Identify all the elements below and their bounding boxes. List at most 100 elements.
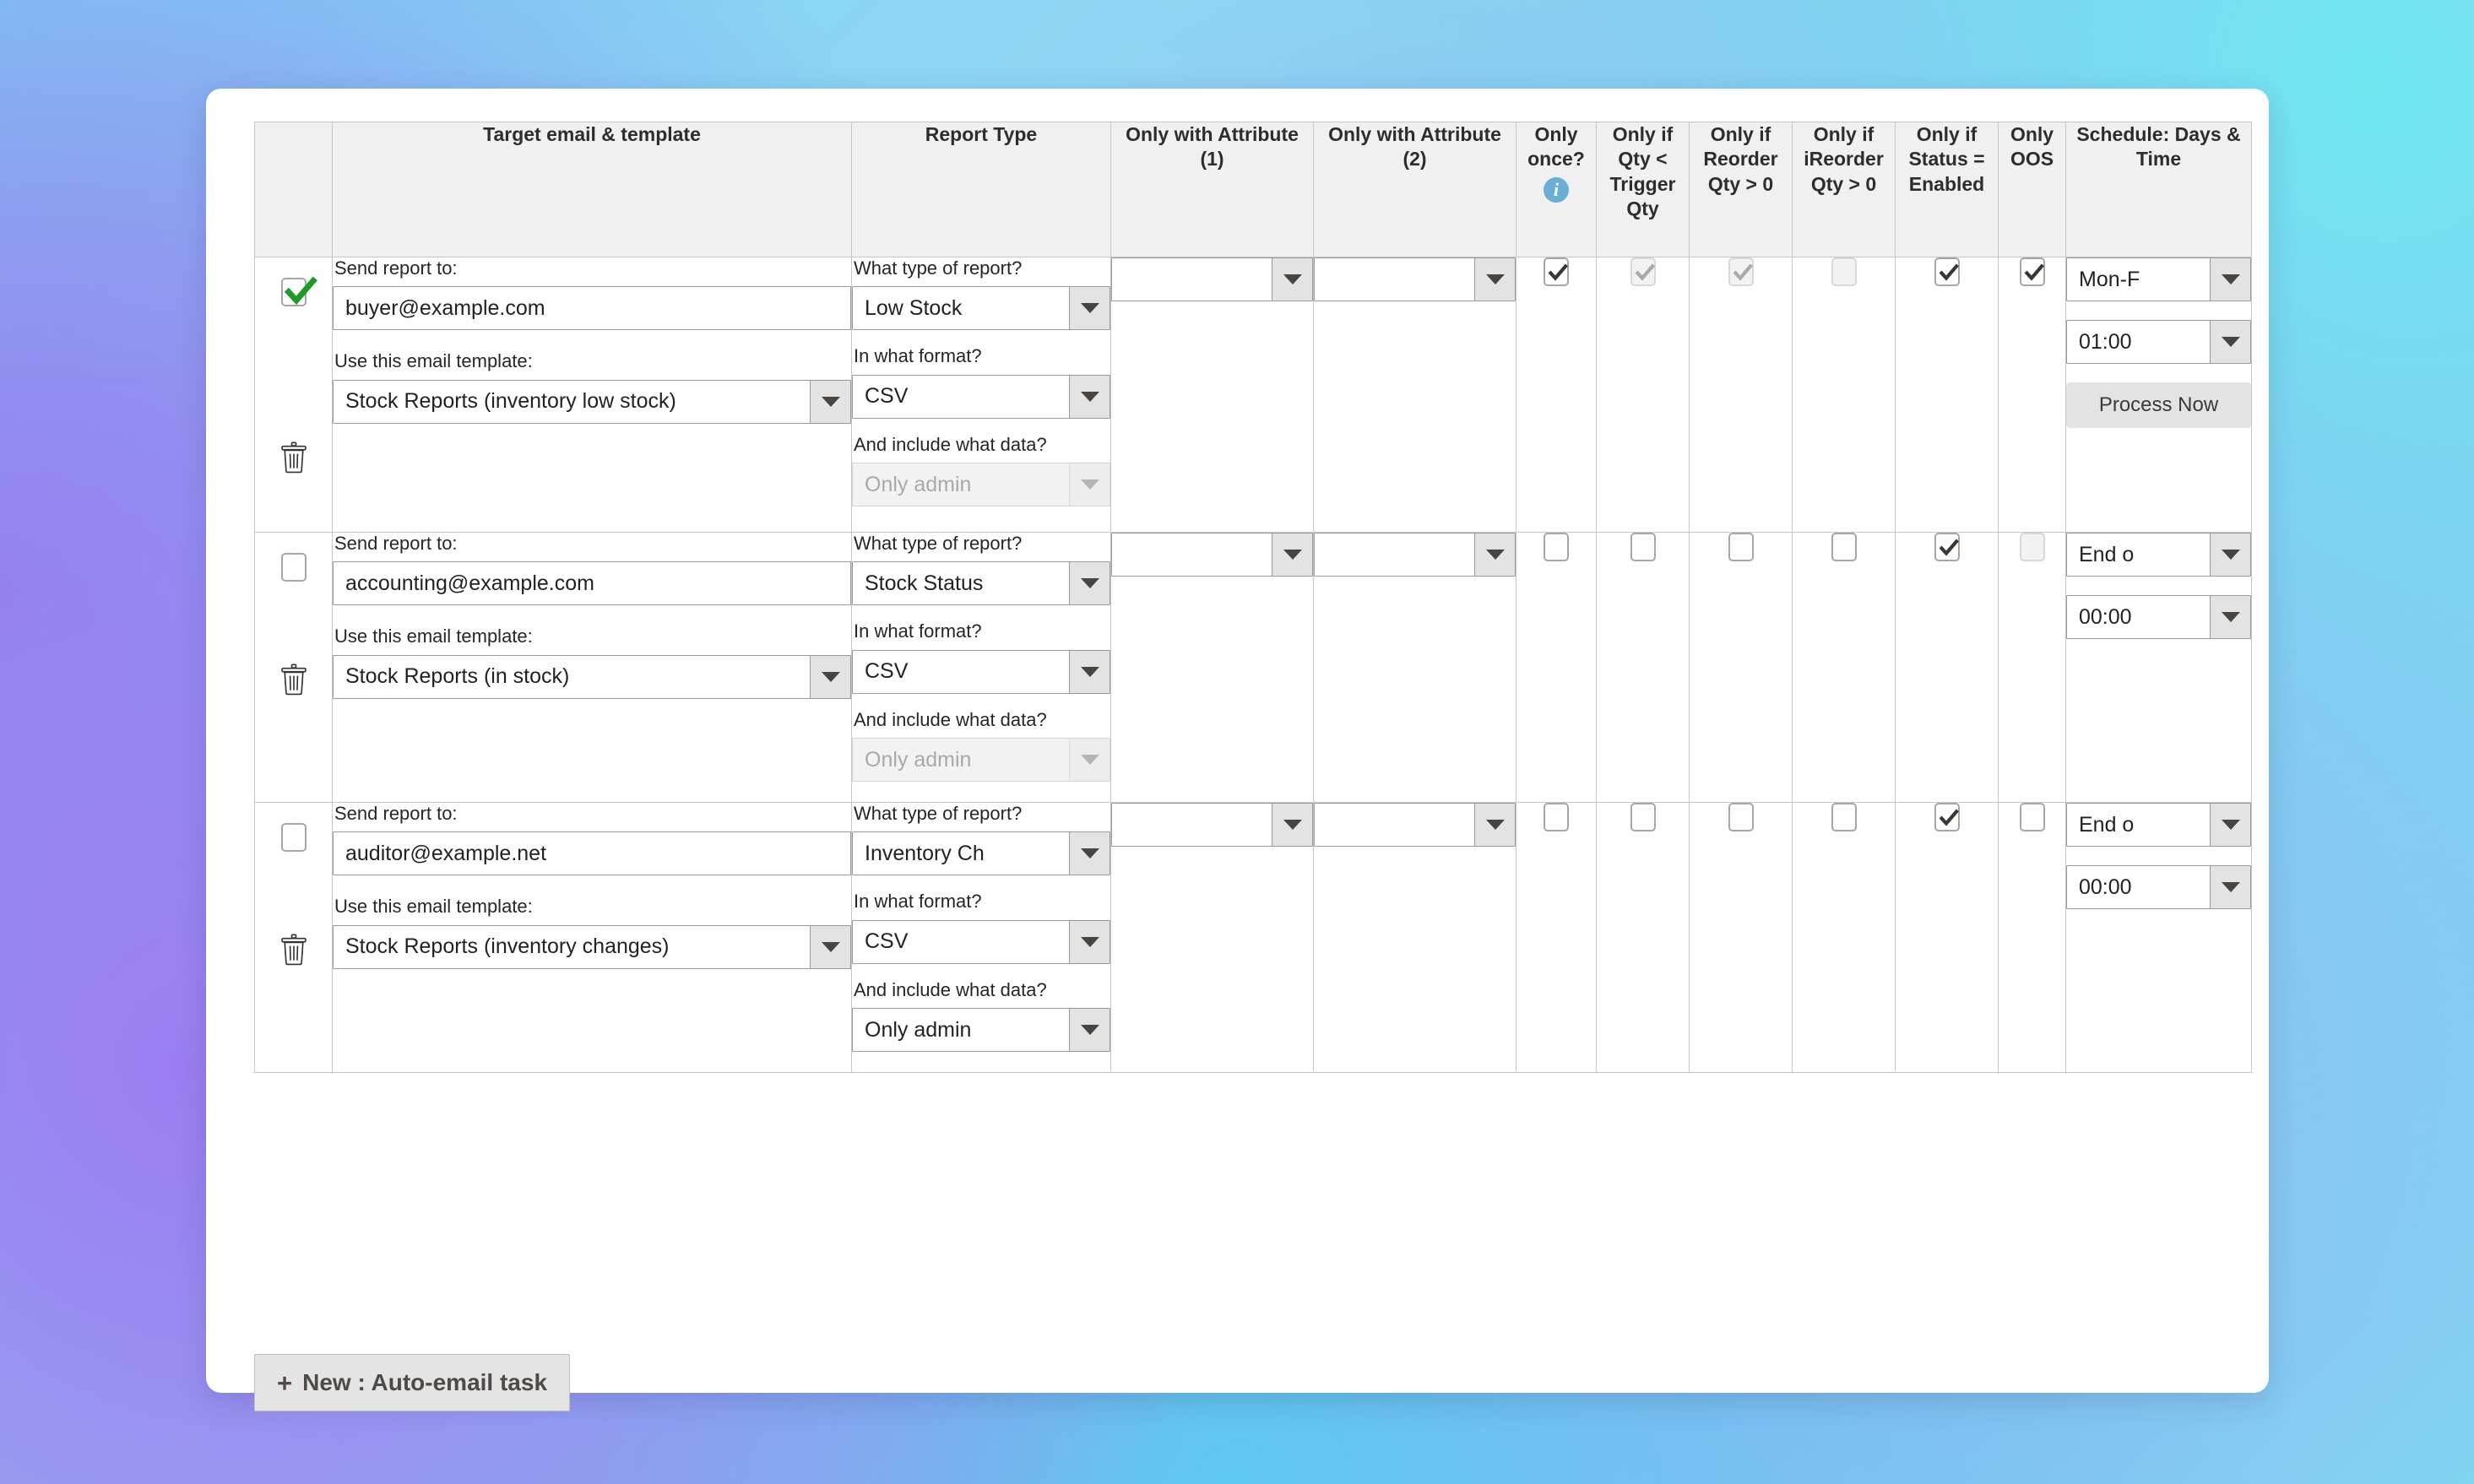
schedule-days-select-toggle[interactable] [2210, 804, 2250, 846]
reorder-qty-checkbox[interactable] [1728, 803, 1754, 831]
process-now-button[interactable]: Process Now [2066, 382, 2251, 428]
send-report-to-input[interactable] [333, 286, 851, 331]
task-enabled-checkbox[interactable] [280, 553, 307, 582]
chevron-down-icon [1080, 666, 1099, 677]
attribute-2-select-toggle[interactable] [1474, 258, 1515, 301]
attribute-1-select-toggle[interactable] [1272, 804, 1312, 846]
what-type-of-report-label: What type of report? [854, 257, 1023, 279]
report-format-select-toggle[interactable] [1069, 920, 1110, 963]
report-format-select[interactable]: CSV [852, 919, 1110, 964]
email-template-select[interactable]: Stock Reports (inventory low stock) [333, 379, 851, 424]
reorder-qty-checkbox[interactable] [1728, 533, 1754, 561]
only-oos-checkbox[interactable] [2019, 257, 2045, 286]
status-enabled-checkbox[interactable] [1934, 533, 1960, 561]
send-report-to-input[interactable] [333, 561, 851, 606]
report-type-select-toggle[interactable] [1069, 562, 1110, 605]
schedule-days-select[interactable]: End o [2066, 533, 2251, 577]
include-data-select[interactable]: Only admin [852, 1008, 1110, 1053]
ireorder-qty-checkbox[interactable] [1831, 803, 1857, 831]
attribute-1-select[interactable] [1111, 533, 1313, 577]
schedule-days-select[interactable]: Mon-F [2066, 257, 2251, 301]
ireorder-qty-checkbox[interactable] [1831, 533, 1857, 561]
delete-task-button[interactable] [255, 663, 332, 696]
column-header-only-oos: Only OOS [1998, 122, 2066, 257]
use-email-template-label: Use this email template: [334, 350, 533, 372]
report-type-select[interactable]: Low Stock [852, 286, 1110, 331]
status-enabled-checkbox[interactable] [1934, 257, 1960, 286]
column-header-status-enabled: Only if Status = Enabled [1895, 122, 1999, 257]
schedule-time-select-toggle[interactable] [2210, 596, 2250, 638]
only-once-checkbox[interactable] [1544, 533, 1569, 561]
task-enabled-checkbox[interactable] [280, 823, 307, 852]
qty-less-than-trigger-checkbox[interactable] [1630, 533, 1656, 561]
check-mark-icon [1939, 806, 1959, 830]
schedule-cell: End o 00:00 [2065, 532, 2252, 803]
attribute-2-cell [1313, 532, 1516, 803]
only-once-cell [1516, 257, 1597, 533]
attribute-1-select-toggle[interactable] [1272, 258, 1312, 301]
row-enable-cell [254, 532, 333, 803]
send-report-to-label: Send report to: [334, 533, 458, 554]
table-row: Send report to: Use this email template: S… [254, 532, 2252, 803]
delete-task-button[interactable] [255, 934, 332, 966]
report-format-select-toggle[interactable] [1069, 650, 1110, 693]
column-header-enable [254, 122, 333, 257]
schedule-days-select-toggle[interactable] [2210, 533, 2250, 576]
row-enable-cell [254, 802, 333, 1073]
schedule-time-select[interactable]: 01:00 [2066, 320, 2251, 364]
new-auto-email-task-button[interactable]: + New : Auto-email task [254, 1354, 571, 1411]
report-type-select-toggle[interactable] [1069, 287, 1110, 330]
attribute-1-select-toggle[interactable] [1272, 533, 1312, 576]
attribute-1-select-value [1112, 804, 1272, 846]
attribute-2-select[interactable] [1314, 533, 1516, 577]
only-once-checkbox[interactable] [1544, 803, 1569, 831]
email-template-select-toggle[interactable] [810, 925, 850, 968]
delete-task-button[interactable] [255, 441, 332, 474]
qty-trigger-cell [1596, 802, 1690, 1073]
schedule-time-select-toggle[interactable] [2210, 866, 2250, 908]
schedule-time-select-toggle[interactable] [2210, 321, 2250, 363]
only-once-checkbox[interactable] [1544, 257, 1569, 286]
attribute-2-select-toggle[interactable] [1474, 533, 1515, 576]
include-data-select-toggle[interactable] [1069, 1009, 1110, 1052]
chevron-down-icon [1080, 755, 1099, 766]
report-type-select[interactable]: Stock Status [852, 561, 1110, 606]
report-type-select-toggle[interactable] [1069, 832, 1110, 875]
attribute-2-select-value [1315, 258, 1474, 301]
email-template-select-toggle[interactable] [810, 655, 850, 698]
status-enabled-checkbox[interactable] [1934, 803, 1960, 831]
column-header-only-once-label: Only once? [1527, 123, 1585, 171]
attribute-2-select-toggle[interactable] [1474, 804, 1515, 846]
report-format-select[interactable]: CSV [852, 649, 1110, 694]
qty-less-than-trigger-checkbox[interactable] [1630, 803, 1656, 831]
schedule-time-select[interactable]: 00:00 [2066, 865, 2251, 909]
chevron-down-icon [821, 396, 840, 407]
task-enabled-checkbox[interactable] [280, 276, 317, 306]
info-icon[interactable]: i [1544, 176, 1569, 203]
main-card: Target email & template Report Type Only… [206, 89, 2269, 1411]
include-what-data-label: And include what data? [854, 433, 1047, 455]
attribute-2-select[interactable] [1314, 257, 1516, 301]
chevron-down-icon [1485, 274, 1505, 284]
report-type-select[interactable]: Inventory Ch [852, 831, 1110, 876]
report-type-cell: What type of report? Inventory Ch In what … [851, 802, 1111, 1073]
attribute-1-select[interactable] [1111, 257, 1313, 301]
email-template-select[interactable]: Stock Reports (inventory changes) [333, 924, 851, 969]
chevron-down-icon [1283, 274, 1302, 284]
schedule-days-select-toggle[interactable] [2210, 258, 2250, 301]
attribute-2-cell [1313, 802, 1516, 1073]
target-email-cell: Send report to: Use this email template: S… [332, 802, 852, 1073]
report-format-select-toggle[interactable] [1069, 375, 1110, 418]
schedule-time-select[interactable]: 00:00 [2066, 595, 2251, 639]
attribute-2-select[interactable] [1314, 803, 1516, 847]
report-format-select[interactable]: CSV [852, 374, 1110, 419]
ireorder-qty-cell [1792, 532, 1896, 803]
attribute-1-cell [1110, 257, 1314, 533]
email-template-select-toggle[interactable] [810, 380, 850, 423]
only-oos-checkbox[interactable] [2019, 803, 2045, 831]
email-template-select[interactable]: Stock Reports (in stock) [333, 654, 851, 699]
attribute-1-select[interactable] [1111, 803, 1313, 847]
schedule-days-select[interactable]: End o [2066, 803, 2251, 847]
auto-email-tasks-table-wrapper: Target email & template Report Type Only… [254, 122, 2252, 1073]
send-report-to-input[interactable] [333, 831, 851, 876]
